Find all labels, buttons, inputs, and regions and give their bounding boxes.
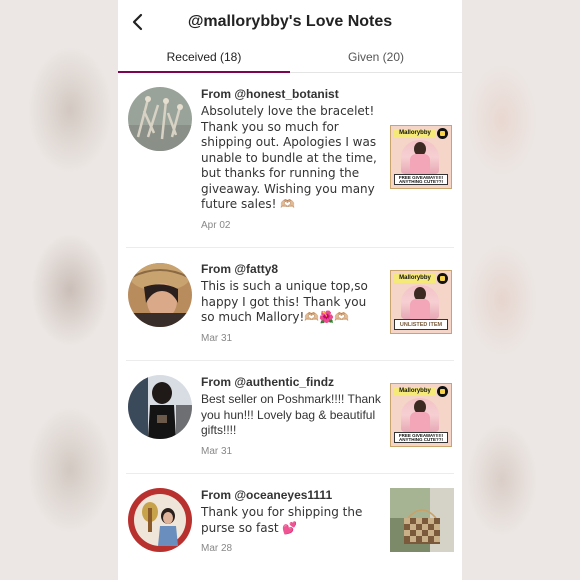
page-title: @mallorybby's Love Notes [187, 13, 393, 30]
purse-photo [390, 488, 454, 552]
thumb-photo [401, 285, 439, 319]
note-author[interactable]: From @authentic_findz [201, 375, 382, 389]
note-date: Mar 28 [201, 543, 233, 554]
note-author[interactable]: From @fatty8 [201, 262, 382, 276]
listing-thumbnail[interactable]: Mallorybby UNLISTED ITEM [390, 270, 454, 334]
note-message: Best seller on Poshmark!!!! Thank you hu… [201, 392, 381, 437]
note-message: Thank you for shipping the purse so fast… [201, 505, 363, 535]
thumb-shop-label: Mallorybby [394, 274, 436, 283]
listing-thumbnail[interactable]: Mallorybby FREE GIVEAWAY!!!!! ANYTHING C… [390, 125, 454, 189]
tab-bar: Received (18) Given (20) [118, 44, 462, 73]
love-note-item[interactable]: From @fatty8 This is such a unique top,s… [126, 248, 454, 361]
thumb-photo [401, 398, 439, 432]
love-notes-screen: @mallorybby's Love Notes Received (18) G… [118, 0, 462, 580]
heart-icon [437, 273, 448, 284]
avatar[interactable] [128, 375, 192, 439]
thumb-shop-label: Mallorybby [394, 129, 436, 138]
background-blur-left [0, 0, 118, 580]
thumb-caption: FREE GIVEAWAY!!!!! ANYTHING CUTE??! [394, 432, 448, 443]
thumb-photo [401, 140, 439, 174]
heart-icon [437, 386, 448, 397]
love-note-item[interactable]: From @honest_botanist Absolutely love th… [126, 73, 454, 248]
header: @mallorybby's Love Notes [118, 0, 462, 44]
heart-icon [437, 128, 448, 139]
tab-received[interactable]: Received (18) [118, 44, 290, 73]
thumb-shop-label: Mallorybby [394, 387, 436, 396]
note-message: This is such a unique top,so happy I got… [201, 279, 368, 324]
listing-thumbnail[interactable]: Mallorybby FREE GIVEAWAY!!!!! ANYTHING C… [390, 383, 454, 447]
note-author[interactable]: From @oceaneyes1111 [201, 488, 382, 502]
love-note-item[interactable]: From @oceaneyes1111 Thank you for shippi… [126, 474, 454, 580]
avatar[interactable] [128, 87, 192, 151]
avatar[interactable] [128, 488, 192, 552]
background-blur-right [462, 0, 580, 580]
note-date: Mar 31 [201, 332, 233, 344]
tab-given[interactable]: Given (20) [290, 44, 462, 72]
love-note-item[interactable]: From @authentic_findz Best seller on Pos… [126, 361, 454, 474]
listing-thumbnail[interactable] [390, 488, 454, 552]
note-author[interactable]: From @honest_botanist [201, 87, 382, 101]
thumb-caption: UNLISTED ITEM [394, 319, 448, 330]
chevron-left-icon[interactable] [128, 12, 148, 32]
avatar[interactable] [128, 263, 192, 327]
note-message: Absolutely love the bracelet! Thank you … [201, 104, 377, 211]
note-date: Mar 31 [201, 445, 233, 457]
note-date: Apr 02 [201, 219, 231, 231]
thumb-caption: FREE GIVEAWAY!!!!! ANYTHING CUTE??! [394, 174, 448, 185]
